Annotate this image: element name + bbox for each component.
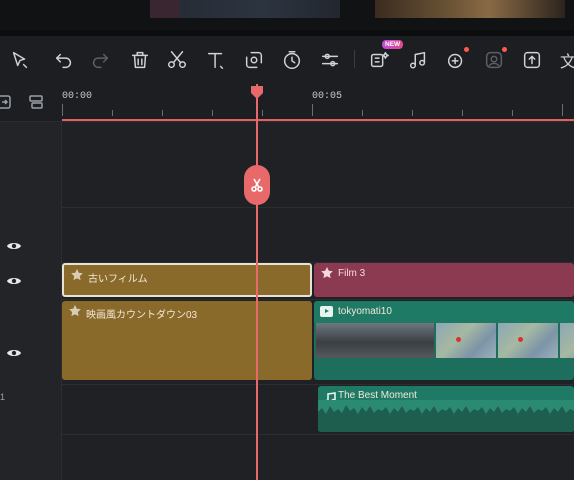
video-frames [316, 323, 574, 358]
work-area-range[interactable] [62, 119, 574, 121]
ruler-tick [112, 110, 113, 116]
track-row[interactable] [62, 434, 574, 480]
video-frame [498, 323, 558, 358]
undo-icon[interactable] [52, 48, 76, 72]
effect-clip-old-film[interactable]: 古いフィルム [62, 263, 312, 297]
translate-icon[interactable]: 文 [560, 48, 574, 72]
ruler-tick [162, 110, 163, 116]
timeline-empty-area[interactable] [62, 122, 574, 207]
notification-dot [502, 47, 507, 52]
ai-sticker-icon[interactable] [444, 47, 469, 72]
timeline-ruler[interactable]: 00:00 00:05 [0, 84, 574, 122]
ruler-tick [62, 104, 63, 116]
split-icon[interactable] [165, 48, 189, 72]
ruler-tick [512, 110, 513, 116]
effect-clip-film-3[interactable]: Film 3 [314, 263, 574, 297]
audio-icon[interactable] [406, 48, 430, 72]
crop-icon[interactable] [242, 48, 266, 72]
adjust-icon[interactable] [318, 48, 342, 72]
speed-icon[interactable] [280, 48, 304, 72]
ai-portrait-icon[interactable] [482, 47, 507, 72]
star-icon [320, 266, 334, 280]
split-button[interactable] [244, 165, 270, 205]
delete-icon[interactable] [128, 48, 152, 72]
star-icon [68, 304, 82, 318]
track-manager-icon[interactable] [28, 94, 44, 110]
select-tool-icon[interactable] [8, 48, 32, 72]
playhead-handle[interactable] [249, 84, 265, 100]
video-icon [320, 306, 333, 317]
ruler-tick [562, 104, 563, 116]
clip-label: 古いフィルム [88, 274, 148, 285]
playhead-line[interactable] [256, 84, 258, 480]
ruler-tick [362, 110, 363, 116]
audio-clip[interactable]: The Best Moment [318, 386, 574, 432]
redo-icon[interactable] [88, 48, 112, 72]
ruler-tick [412, 110, 413, 116]
audio-waveform [318, 400, 574, 432]
media-thumbnail[interactable] [375, 0, 565, 18]
clip-label: 映画風カウントダウン03 [86, 310, 198, 321]
ruler-tick [212, 110, 213, 116]
ruler-label-mid: 00:05 [312, 91, 343, 102]
video-frame [560, 323, 574, 358]
clip-label: tokyomati10 [338, 306, 392, 317]
notification-dot [464, 47, 469, 52]
eye-icon[interactable] [6, 274, 22, 286]
video-frame [316, 323, 434, 358]
video-clip[interactable]: tokyomati10 [314, 301, 574, 380]
video-frame [436, 323, 496, 358]
effect-clip-countdown[interactable]: 映画風カウントダウン03 [62, 301, 312, 380]
eye-icon[interactable] [6, 346, 22, 358]
track-header-panel [0, 122, 62, 480]
track-row[interactable] [62, 207, 574, 262]
editor-timeline: NEW 文 00:00 00:05 1 古いフィルム Film 3 映画風カウン… [0, 0, 574, 480]
media-preview-strip [0, 0, 574, 30]
ruler-tick [312, 104, 313, 116]
timeline-toolbar [0, 36, 574, 84]
media-thumbnail[interactable] [150, 0, 340, 18]
audio-track-number: 1 [0, 392, 6, 402]
ruler-tick [262, 110, 263, 116]
toolbar-separator [354, 50, 355, 68]
star-icon [70, 268, 84, 282]
add-track-icon[interactable] [0, 94, 12, 110]
eye-icon[interactable] [6, 239, 22, 251]
new-badge: NEW [382, 40, 404, 49]
text-icon[interactable] [204, 48, 228, 72]
clip-label: Film 3 [338, 268, 366, 279]
ruler-label-start: 00:00 [62, 91, 93, 102]
ruler-tick [462, 110, 463, 116]
export-frame-icon[interactable] [520, 48, 544, 72]
ai-feature-icon[interactable] [367, 48, 391, 72]
